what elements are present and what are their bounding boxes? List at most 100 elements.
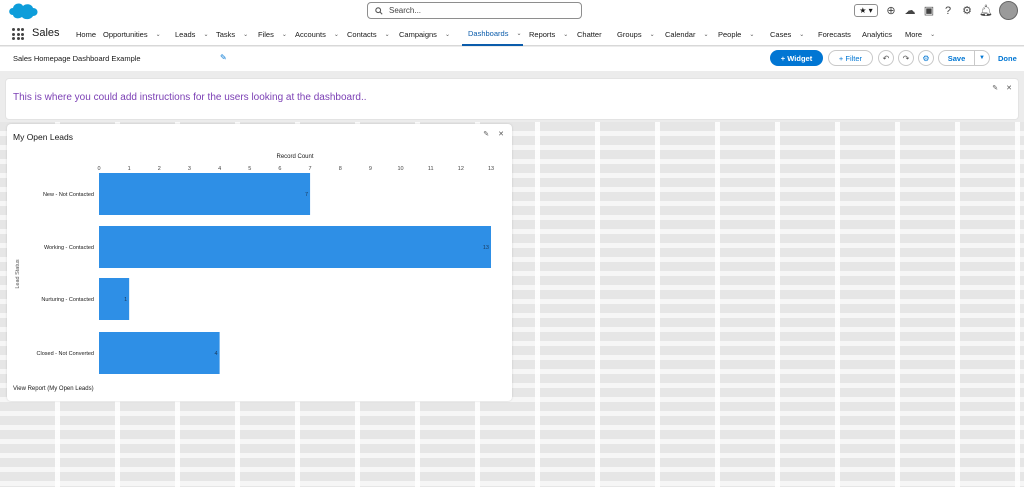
y-axis-title: Lead Status (15, 259, 21, 289)
x-tick-label: 1 (128, 166, 131, 172)
chevron-down-icon[interactable]: ⌄ (930, 31, 935, 38)
nav-tab-forecasts[interactable]: Forecasts (812, 22, 856, 46)
add-widget-button[interactable]: + Widget (770, 50, 823, 66)
nav-tab-analytics[interactable]: Analytics (856, 22, 899, 46)
chevron-down-icon[interactable]: ⌄ (385, 31, 390, 38)
dashboard-title: Sales Homepage Dashboard Example (13, 54, 141, 63)
chevron-down-icon[interactable]: ⌄ (282, 31, 287, 38)
nav-tab-cases[interactable]: Cases ⌄ (764, 22, 812, 46)
done-button[interactable]: Done (998, 54, 1017, 63)
category-label: Working - Contacted (44, 245, 94, 251)
x-tick-label: 4 (218, 166, 221, 172)
nav-tab-more[interactable]: More ⌄ (899, 22, 935, 46)
category-label: Closed - Not Converted (37, 351, 94, 357)
bar-value-label: 7 (305, 192, 308, 198)
nav-tab-leads[interactable]: Leads ⌄ (169, 22, 210, 46)
x-tick-label: 0 (97, 166, 100, 172)
chevron-down-icon[interactable]: ⌄ (563, 31, 568, 38)
edit-pencil-icon[interactable]: ✎ (483, 130, 489, 138)
nav-tab-groups[interactable]: Groups ⌄ (611, 22, 659, 46)
global-header: Search... ★ ▾ ⊕ ☁ ▣ ? ⚙ 🔔︎ (0, 0, 1024, 22)
undo-icon[interactable]: ↶ (878, 50, 894, 66)
edit-title-pencil-icon[interactable]: ✎ (220, 53, 227, 62)
view-report-link[interactable]: View Report (My Open Leads) (13, 386, 94, 392)
chevron-down-icon[interactable]: ▼ (975, 51, 989, 65)
nav-tab-chatter[interactable]: Chatter (571, 22, 611, 46)
bar-value-label: 1 (124, 297, 127, 303)
nav-tab-label: Calendar (665, 29, 696, 39)
salesforce-logo[interactable] (7, 1, 40, 22)
x-tick-label: 7 (309, 166, 312, 172)
help-icon[interactable]: ? (942, 5, 954, 17)
save-button[interactable]: Save (939, 51, 975, 65)
app-launcher-icon[interactable] (12, 28, 24, 40)
gear-icon[interactable]: ⚙ (961, 5, 973, 17)
search-icon (375, 6, 383, 15)
nav-tab-opportunities[interactable]: Opportunities ⌄ (97, 22, 169, 46)
x-tick-label: 2 (158, 166, 161, 172)
category-label: Nurturing - Contacted (41, 297, 94, 303)
chart-widget[interactable]: Record Count 0 1 2 3 4 5 6 7 8 9 10 11 12 13 Lead Statu… (7, 124, 512, 401)
x-axis-title: Record Count (276, 154, 313, 160)
x-tick-label: 11 (428, 166, 434, 172)
nav-tab-contacts[interactable]: Contacts ⌄ (341, 22, 393, 46)
chevron-down-icon[interactable]: ⌄ (516, 30, 521, 37)
nav-tab-label: Analytics (862, 29, 893, 39)
nav-tab-home[interactable]: Home (70, 22, 97, 46)
x-tick-label: 9 (369, 166, 372, 172)
nav-tab-reports[interactable]: Reports ⌄ (523, 22, 571, 46)
trailhead-icon[interactable]: ☁ (904, 5, 916, 17)
chevron-down-icon[interactable]: ⌄ (203, 31, 208, 38)
x-tick-label: 5 (248, 166, 251, 172)
chevron-down-icon[interactable]: ⌄ (445, 31, 450, 38)
chevron-down-icon[interactable]: ⌄ (703, 31, 708, 38)
nav-tab-label: More (905, 29, 923, 39)
nav-tab-label: Campaigns (399, 29, 437, 39)
setup-box-icon[interactable]: ▣ (923, 5, 935, 17)
nav-tab-label: Forecasts (818, 29, 851, 39)
avatar[interactable] (999, 1, 1018, 20)
close-icon[interactable]: ✕ (1006, 84, 1012, 92)
nav-tab-label: Dashboards (468, 28, 509, 38)
bell-icon[interactable]: 🔔︎ (979, 5, 993, 17)
close-icon[interactable]: ✕ (498, 130, 504, 138)
edit-pencil-icon[interactable]: ✎ (992, 84, 998, 92)
nav-tab-people[interactable]: People ⌄ (712, 22, 764, 46)
nav-tab-label: Tasks (216, 29, 236, 39)
chevron-down-icon[interactable]: ⌄ (334, 31, 339, 38)
nav-tab-label: Leads (175, 29, 196, 39)
nav-tab-label: Reports (529, 29, 556, 39)
nav-tab-dashboards[interactable]: Dashboards ⌄ (462, 22, 523, 46)
nav-tab-campaigns[interactable]: Campaigns ⌄ (393, 22, 462, 46)
app-navigation-bar: Sales Home Opportunities ⌄ Leads ⌄ Tasks ⌄ File… (0, 22, 1024, 46)
nav-tabs: Home Opportunities ⌄ Leads ⌄ Tasks ⌄ Files ⌄ Acco… (70, 22, 935, 46)
x-tick-label: 13 (488, 166, 494, 172)
chevron-down-icon[interactable]: ⌄ (650, 31, 655, 38)
chevron-down-icon[interactable]: ⌄ (799, 31, 804, 38)
add-filter-button[interactable]: + Filter (828, 50, 873, 66)
nav-tab-accounts[interactable]: Accounts ⌄ (289, 22, 341, 46)
nav-tab-tasks[interactable]: Tasks ⌄ (210, 22, 252, 46)
widget-title: My Open Leads (13, 132, 74, 142)
nav-tab-files[interactable]: Files ⌄ (252, 22, 289, 46)
favorites-star-icon[interactable]: ★ ▾ (854, 4, 878, 17)
chevron-down-icon[interactable]: ⌄ (749, 31, 754, 38)
chevron-down-icon[interactable]: ⌄ (243, 31, 248, 38)
nav-tab-calendar[interactable]: Calendar ⌄ (659, 22, 712, 46)
nav-tab-label: Home (76, 29, 97, 39)
save-button-group: Save ▼ (938, 50, 990, 66)
instructions-widget[interactable]: This is where you could add instructions… (5, 78, 1019, 120)
nav-tab-label: Accounts (295, 29, 326, 39)
category-label: New - Not Contacted (43, 192, 94, 198)
add-icon[interactable]: ⊕ (885, 5, 897, 17)
bar-chart: Record Count0 1 2 3 4 5 6 7 8 9 10 11 12 13Lead Statu… (15, 154, 494, 374)
global-search-input[interactable]: Search... (367, 2, 582, 19)
chevron-down-icon[interactable]: ⌄ (156, 31, 161, 38)
redo-icon[interactable]: ↷ (898, 50, 914, 66)
nav-tab-label: Groups (617, 29, 642, 39)
nav-tab-label: Files (258, 29, 274, 39)
nav-tab-label: Cases (770, 29, 792, 39)
properties-gear-icon[interactable]: ⚙ (918, 50, 934, 66)
x-tick-label: 3 (188, 166, 191, 172)
bar (99, 332, 220, 374)
